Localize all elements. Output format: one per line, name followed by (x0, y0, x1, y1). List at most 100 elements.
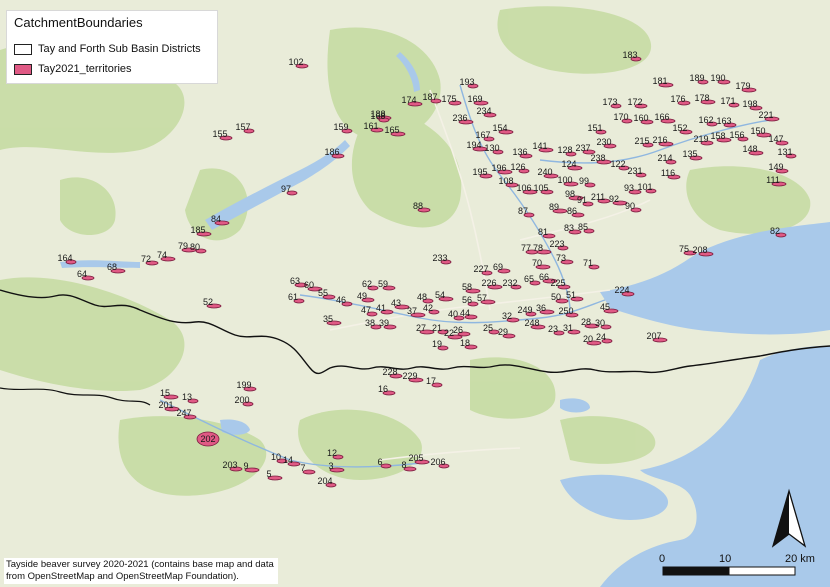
territory-label-63: 63 (290, 276, 300, 286)
territory-label-194: 194 (466, 140, 481, 150)
territory-label-23: 23 (548, 324, 558, 334)
territory-label-81: 81 (538, 227, 548, 237)
territory-label-25: 25 (483, 323, 493, 333)
territory-label-38: 38 (365, 318, 375, 328)
territory-label-183: 183 (622, 50, 637, 60)
territory-label-231: 231 (627, 166, 642, 176)
territory-label-43: 43 (391, 298, 401, 308)
territory-label-223: 223 (549, 239, 564, 249)
territory-label-216: 216 (652, 135, 667, 145)
territory-label-27: 27 (416, 323, 426, 333)
territory-label-74: 74 (157, 250, 167, 260)
territory-label-196: 196 (491, 163, 506, 173)
legend-label-basin: Tay and Forth Sub Basin Districts (38, 43, 201, 55)
territory-label-61: 61 (288, 292, 298, 302)
territory-label-237: 237 (575, 143, 590, 153)
scale-bar-segment-1 (663, 567, 729, 575)
territory-label-229: 229 (402, 371, 417, 381)
territory-label-150: 150 (750, 126, 765, 136)
territory-label-15: 15 (160, 388, 170, 398)
territory-label-130: 130 (484, 143, 499, 153)
territory-label-48: 48 (417, 292, 427, 302)
territory-label-189: 189 (689, 73, 704, 83)
territory-label-203: 203 (222, 460, 237, 470)
territory-label-99: 99 (579, 176, 589, 186)
legend-panel: CatchmentBoundaries Tay and Forth Sub Ba… (6, 10, 218, 84)
territory-label-85: 85 (578, 222, 588, 232)
territory-label-116: 116 (661, 168, 675, 178)
territory-label-42: 42 (423, 303, 433, 313)
territory-label-68: 68 (107, 262, 117, 272)
territory-label-247: 247 (176, 408, 191, 418)
territory-label-46: 46 (336, 295, 346, 305)
territory-label-234: 234 (476, 106, 491, 116)
territory-label-128: 128 (557, 145, 572, 155)
territory-label-83: 83 (564, 223, 574, 233)
territory-label-232: 232 (502, 278, 517, 288)
territory-label-80: 80 (190, 242, 200, 252)
territory-label-199: 199 (236, 380, 251, 390)
territory-label-93: 93 (624, 183, 634, 193)
territory-label-37: 37 (407, 306, 417, 316)
legend-title: CatchmentBoundaries (14, 15, 143, 30)
territory-label-160: 160 (633, 113, 648, 123)
scale-tick-10: 10 (719, 553, 731, 565)
territory-label-171: 171 (720, 96, 735, 106)
territory-label-39: 39 (379, 318, 389, 328)
territory-label-69: 69 (493, 262, 503, 272)
territory-label-198: 198 (742, 99, 757, 109)
territory-label-55: 55 (318, 288, 328, 298)
territory-label-50: 50 (551, 292, 561, 302)
legend-item-territories: Tay2021_territories (14, 63, 132, 75)
territory-label-155: 155 (212, 129, 227, 139)
territory-label-12: 12 (327, 448, 337, 458)
territory-label-32: 32 (502, 311, 512, 321)
territory-label-7: 7 (300, 463, 305, 473)
territory-label-10: 10 (271, 452, 281, 462)
territory-label-226: 226 (481, 278, 496, 288)
territory-label-22: 22 (444, 328, 454, 338)
territory-label-169: 169 (467, 94, 482, 104)
territory-label-3: 3 (328, 461, 333, 471)
territory-label-179: 179 (735, 81, 750, 91)
territory-label-159: 159 (333, 122, 348, 132)
territory-label-151: 151 (587, 123, 602, 133)
territory-label-59: 59 (378, 279, 388, 289)
territory-label-79: 79 (178, 241, 188, 251)
territory-label-211: 211 (591, 192, 605, 202)
territory-label-70: 70 (532, 258, 542, 268)
territory-label-193: 193 (459, 77, 474, 87)
territory-label-200: 200 (234, 395, 249, 405)
scale-bar-segment-2 (728, 566, 796, 576)
legend-label-territories: Tay2021_territories (38, 63, 132, 75)
territory-label-190: 190 (710, 73, 725, 83)
territory-label-52: 52 (203, 297, 213, 307)
territory-label-181: 181 (652, 76, 667, 86)
territory-label-49: 49 (357, 291, 367, 301)
territory-label-87: 87 (518, 206, 528, 216)
territory-label-149: 149 (768, 162, 783, 172)
territory-label-122: 122 (610, 159, 625, 169)
territory-label-172: 172 (627, 97, 642, 107)
territory-label-224: 224 (614, 285, 629, 295)
territory-label-20: 20 (583, 334, 593, 344)
territory-label-170: 170 (613, 112, 628, 122)
territory-label-100: 100 (557, 175, 572, 185)
territory-label-8: 8 (401, 460, 406, 470)
territory-label-40: 40 (448, 309, 458, 319)
territory-label-126: 126 (510, 162, 525, 172)
territory-label-205: 205 (408, 453, 423, 463)
territory-label-13: 13 (182, 392, 192, 402)
territory-label-98: 98 (565, 189, 575, 199)
territory-label-86: 86 (567, 206, 577, 216)
territory-label-154: 154 (492, 123, 507, 133)
territory-label-195: 195 (472, 167, 487, 177)
territory-label-141: 141 (532, 141, 547, 151)
map-canvas[interactable]: 183102181 189 190179193176 178 171 198174 187 1… (0, 0, 830, 587)
territory-label-19: 19 (432, 339, 442, 349)
map-credits: Tayside beaver survey 2020-2021 (contain… (4, 558, 278, 584)
territory-label-60: 60 (304, 280, 314, 290)
territory-label-185: 185 (190, 225, 205, 235)
territory-label-17: 17 (426, 376, 436, 386)
territory-label-219: 219 (693, 134, 708, 144)
